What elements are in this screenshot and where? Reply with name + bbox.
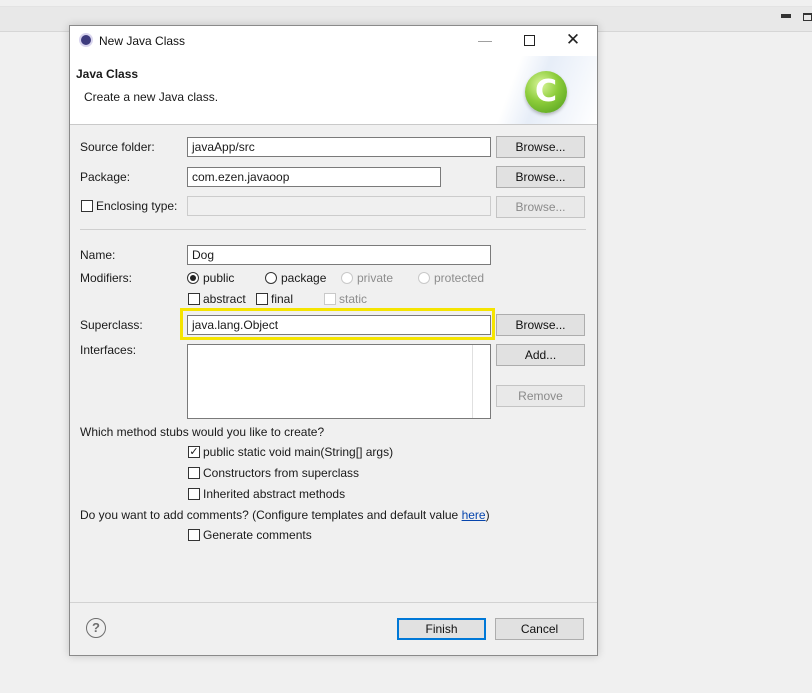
java-class-c-icon: C — [525, 71, 567, 113]
add-interface-button[interactable]: Add... — [496, 344, 585, 366]
enclosing-type-checkbox[interactable] — [81, 200, 93, 212]
comments-question: Do you want to add comments? (Configure … — [80, 508, 490, 522]
question-mark-icon[interactable]: ? — [86, 618, 106, 638]
interfaces-label: Interfaces: — [80, 343, 137, 357]
stub-constructors-label: Constructors from superclass — [203, 466, 360, 480]
stub-inherited-label: Inherited abstract methods — [203, 487, 346, 501]
modifier-private-label: private — [357, 271, 394, 285]
modifier-protected-radio[interactable] — [418, 272, 430, 284]
modifier-abstract-label: abstract — [203, 292, 246, 306]
separator — [80, 229, 586, 230]
source-folder-browse-button[interactable]: Browse... — [496, 136, 585, 158]
modifier-public-radio[interactable] — [187, 272, 199, 284]
modifier-package-radio[interactable] — [265, 272, 277, 284]
name-input[interactable]: Dog — [187, 245, 491, 265]
modifier-final-label: final — [271, 292, 294, 306]
name-label: Name: — [80, 248, 116, 262]
modifier-package-label: package — [281, 271, 327, 285]
generate-comments-checkbox[interactable] — [188, 529, 200, 541]
stub-constructors-checkbox[interactable] — [188, 467, 200, 479]
finish-button[interactable]: Finish — [397, 618, 486, 640]
package-input[interactable]: com.ezen.javaoop — [187, 167, 441, 187]
configure-templates-link[interactable]: here — [462, 508, 486, 522]
maximize-button[interactable] — [507, 26, 551, 56]
stub-main-checkbox[interactable]: ✓ — [188, 446, 200, 458]
dialog-title: New Java Class — [99, 34, 186, 48]
stub-inherited-checkbox[interactable] — [188, 488, 200, 500]
modifier-static-checkbox[interactable] — [324, 293, 336, 305]
source-folder-input[interactable]: javaApp/src — [187, 137, 491, 157]
enclosing-type-browse-button[interactable]: Browse... — [496, 196, 585, 218]
remove-interface-button[interactable]: Remove — [496, 385, 585, 407]
superclass-browse-button[interactable]: Browse... — [496, 314, 585, 336]
superclass-label: Superclass: — [80, 318, 143, 332]
modifier-final-checkbox[interactable] — [256, 293, 268, 305]
maximize-icon — [523, 35, 535, 46]
background-top-strip — [0, 0, 812, 7]
interfaces-scrollbar[interactable] — [472, 345, 490, 418]
modifier-private-radio[interactable] — [341, 272, 353, 284]
source-folder-label: Source folder: — [80, 140, 155, 154]
cancel-button[interactable]: Cancel — [495, 618, 584, 640]
modifier-public-label: public — [203, 271, 235, 285]
wizard-banner: Java Class Create a new Java class. C — [70, 56, 597, 125]
banner-subtitle: Create a new Java class. — [84, 90, 219, 104]
footer-separator — [70, 602, 597, 603]
package-label: Package: — [80, 170, 131, 184]
superclass-highlight-box — [180, 308, 495, 340]
dialog-titlebar: New Java Class — ✕ — [70, 26, 597, 56]
minimize-button[interactable]: — — [463, 26, 507, 56]
background-maximize-icon[interactable] — [803, 13, 812, 21]
modifier-abstract-checkbox[interactable] — [188, 293, 200, 305]
background-minimize-icon[interactable] — [781, 14, 791, 18]
method-stubs-question: Which method stubs would you like to cre… — [80, 425, 325, 439]
comments-question-text: Do you want to add comments? (Configure … — [80, 508, 462, 522]
close-button[interactable]: ✕ — [551, 26, 595, 56]
modifier-static-label: static — [339, 292, 368, 306]
modifiers-label: Modifiers: — [80, 271, 133, 285]
stub-main-label: public static void main(String[] args) — [203, 445, 394, 459]
enclosing-type-input[interactable] — [187, 196, 491, 216]
eclipse-icon — [79, 33, 93, 47]
banner-title: Java Class — [76, 67, 139, 81]
comments-question-end: ) — [485, 508, 490, 522]
interfaces-list[interactable] — [187, 344, 491, 419]
package-browse-button[interactable]: Browse... — [496, 166, 585, 188]
modifier-protected-label: protected — [434, 271, 485, 285]
new-java-class-dialog: New Java Class — ✕ Java Class Create a n… — [69, 25, 598, 656]
generate-comments-label: Generate comments — [203, 528, 312, 542]
enclosing-type-label: Enclosing type: — [96, 199, 178, 213]
